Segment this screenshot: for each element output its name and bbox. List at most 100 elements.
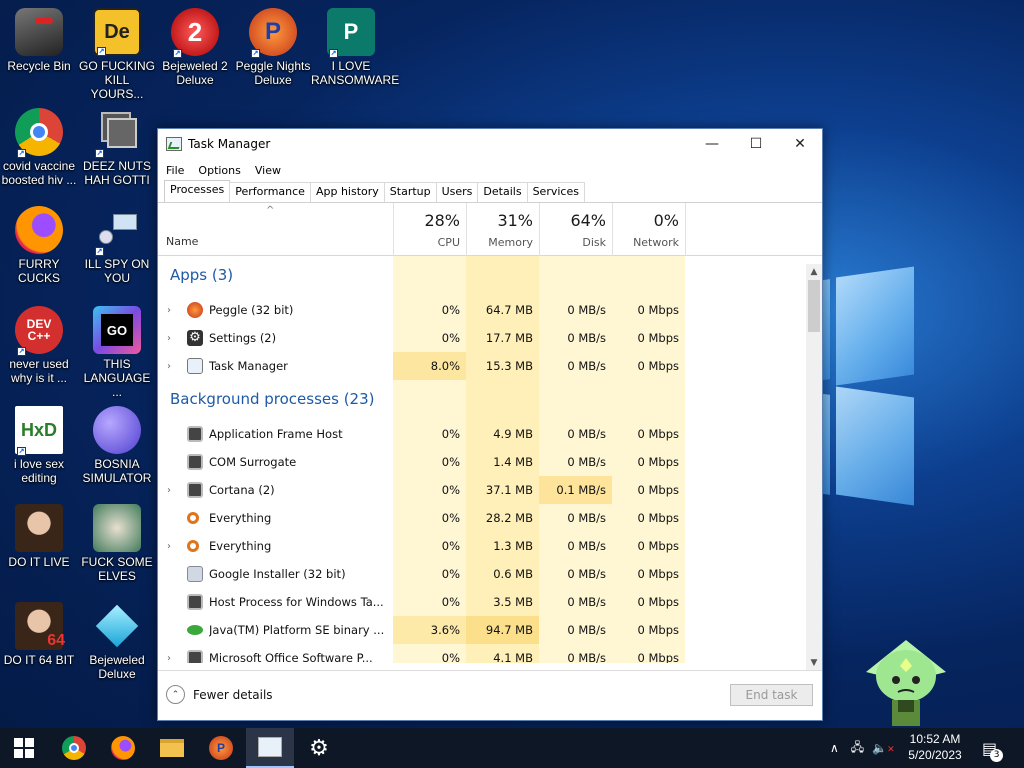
taskbar-firefox[interactable] [99, 728, 147, 768]
expand-chevron-icon[interactable]: › [167, 361, 171, 372]
column-memory-header[interactable]: 31% Memory [466, 211, 539, 249]
desktop-icon-bejeweled-deluxe[interactable]: Bejeweled Deluxe [77, 602, 157, 681]
vertical-scrollbar[interactable]: ▲ ▼ [806, 264, 822, 671]
table-row[interactable]: › Microsoft Office Software P... 0% 4.1 … [158, 644, 806, 663]
taskbar-task-manager[interactable] [246, 728, 294, 768]
maximize-button[interactable]: ☐ [734, 129, 778, 159]
table-row[interactable]: › Everything 0% 1.3 MB 0 MB/s 0 Mbps [158, 532, 806, 560]
column-disk-header[interactable]: 64% Disk [539, 211, 612, 249]
tab-details[interactable]: Details [477, 182, 528, 202]
chevron-up-icon: ⌃ [166, 685, 185, 704]
table-row[interactable]: Host Process for Windows Ta... 0% 3.5 MB… [158, 588, 806, 616]
peggle-nights-icon: P ↗ [249, 8, 297, 58]
installer-icon [187, 566, 203, 582]
table-row[interactable]: › Task Manager 8.0% 15.3 MB 0 MB/s 0 Mbp… [158, 352, 806, 380]
tab-app-history[interactable]: App history [309, 182, 385, 202]
gear-icon: ⚙ [309, 735, 329, 761]
shortcut-arrow-icon: ↗ [17, 447, 26, 456]
notification-center-button[interactable]: ▤ 3 [982, 728, 1004, 768]
shortcut-arrow-icon: ↗ [173, 49, 182, 58]
window-footer: ⌃ Fewer details End task [158, 670, 822, 720]
shortcut-arrow-icon: ↗ [97, 47, 106, 56]
scroll-down-icon[interactable]: ▼ [806, 655, 822, 671]
scroll-up-icon[interactable]: ▲ [806, 264, 822, 280]
task-manager-icon [187, 358, 203, 374]
peggle-icon [187, 302, 203, 318]
column-network-header[interactable]: 0% Network [612, 211, 685, 249]
desktop-icon-this-language[interactable]: GO THIS LANGUAGE ... [77, 306, 157, 399]
expand-chevron-icon[interactable]: › [167, 653, 171, 664]
table-row[interactable]: Application Frame Host 0% 4.9 MB 0 MB/s … [158, 420, 806, 448]
desktop-icon-bejeweled-2[interactable]: 2 ↗ Bejeweled 2 Deluxe [155, 8, 235, 87]
expand-chevron-icon[interactable]: › [167, 485, 171, 496]
minimize-button[interactable]: — [690, 129, 734, 159]
task-manager-icon [258, 737, 282, 757]
column-cpu-header[interactable]: 28% CPU [393, 211, 466, 249]
recycle-bin-icon [15, 8, 63, 56]
table-row[interactable]: COM Surrogate 0% 1.4 MB 0 MB/s 0 Mbps [158, 448, 806, 476]
expand-chevron-icon[interactable]: › [167, 333, 171, 344]
taskbar-settings[interactable]: ⚙ [295, 728, 343, 768]
system-process-icon [187, 650, 203, 663]
tab-performance[interactable]: Performance [229, 182, 311, 202]
desktop-icon-do-it-64-bit[interactable]: 64 DO IT 64 BIT [0, 602, 79, 667]
expand-chevron-icon[interactable]: › [167, 541, 171, 552]
table-row[interactable]: › Peggle (32 bit) 0% 64.7 MB 0 MB/s 0 Mb… [158, 296, 806, 324]
taskbar-chrome[interactable] [50, 728, 98, 768]
hxd-icon: HxD ↗ [15, 406, 63, 456]
desktop-icon-hxd[interactable]: HxD ↗ i love sex editing [0, 406, 79, 485]
peggle-icon: P [209, 736, 233, 760]
desktop-icon-de[interactable]: De ↗ GO FUCKING KILL YOURS... [77, 8, 157, 101]
taskbar-clock[interactable]: 10:52 AM 5/20/2023 [896, 731, 974, 763]
desktop-icon-bosnia-simulator[interactable]: BOSNIA SIMULATOR [77, 406, 157, 485]
diamond-icon [93, 602, 141, 650]
tab-users[interactable]: Users [435, 182, 479, 202]
tab-services[interactable]: Services [526, 182, 585, 202]
tab-processes[interactable]: Processes [164, 180, 231, 202]
menu-file[interactable]: File [166, 164, 184, 177]
desktop-icon-furry-cucks[interactable]: FURRY CUCKS [0, 206, 79, 285]
tab-startup[interactable]: Startup [383, 182, 437, 202]
table-row[interactable]: Java(TM) Platform SE binary ... 3.6% 94.… [158, 616, 806, 644]
desktop-icon-i-love-ransomware[interactable]: P ↗ I LOVE RANSOMWARE [311, 8, 399, 87]
start-button[interactable] [0, 728, 48, 768]
chevron-up-icon[interactable]: ∧ [830, 741, 839, 755]
shortcut-arrow-icon: ↗ [17, 347, 26, 356]
column-header: ^ Name 28% CPU 31% Memory 64% Disk 0% Ne… [158, 203, 822, 256]
network-icon[interactable]: 🖧 [851, 738, 864, 759]
desktop-icon-recycle-bin[interactable]: Recycle Bin [0, 8, 79, 73]
desktop-icon-covid-vaccine[interactable]: ↗ covid vaccine boosted hiv ... [0, 108, 79, 187]
taskbar-file-explorer[interactable] [148, 728, 196, 768]
menu-options[interactable]: Options [198, 164, 240, 177]
desktop-icon-dev-cpp[interactable]: DEV C++ ↗ never used why is it ... [0, 306, 79, 385]
spiked-ball-icon [93, 406, 141, 454]
shortcut-arrow-icon: ↗ [329, 49, 338, 58]
fewer-details-button[interactable]: ⌃ Fewer details [166, 685, 273, 704]
java-icon [187, 625, 203, 635]
process-list[interactable]: Apps (3) › Peggle (32 bit) 0% 64.7 MB 0 … [158, 256, 822, 663]
tab-strip: Processes Performance App history Startu… [158, 180, 822, 203]
table-row[interactable]: › Cortana (2) 0% 37.1 MB 0.1 MB/s 0 Mbps [158, 476, 806, 504]
end-task-button[interactable]: End task [730, 684, 813, 706]
table-row[interactable]: › ⚙ Settings (2) 0% 17.7 MB 0 MB/s 0 Mbp… [158, 324, 806, 352]
search-icon [187, 512, 199, 524]
system-process-icon [187, 594, 203, 610]
volume-muted-icon[interactable]: 🔈✕ [872, 741, 895, 755]
group-apps-title: Apps (3) [170, 266, 234, 284]
desktop-icon-peggle-nights[interactable]: P ↗ Peggle Nights Deluxe [233, 8, 313, 87]
scroll-thumb[interactable] [808, 280, 820, 332]
firefox-icon [111, 736, 135, 760]
table-row[interactable]: Everything 0% 28.2 MB 0 MB/s 0 Mbps [158, 504, 806, 532]
table-row[interactable]: Google Installer (32 bit) 0% 0.6 MB 0 MB… [158, 560, 806, 588]
taskbar-peggle[interactable]: P [197, 728, 245, 768]
desktop-icon-fuck-some-elves[interactable]: FUCK SOME ELVES [77, 504, 157, 583]
title-bar[interactable]: Task Manager — ☐ ✕ [158, 129, 822, 159]
desktop-icon-deez-nuts[interactable]: ↗ DEEZ NUTS HAH GOTTI [77, 108, 157, 187]
desktop-icon-do-it-live[interactable]: DO IT LIVE [0, 504, 79, 569]
expand-chevron-icon[interactable]: › [167, 305, 171, 316]
menu-view[interactable]: View [255, 164, 281, 177]
column-name-header[interactable]: Name [166, 235, 198, 248]
close-button[interactable]: ✕ [778, 129, 822, 159]
task-manager-window[interactable]: Task Manager — ☐ ✕ File Options View Pro… [157, 128, 823, 721]
desktop-icon-ill-spy-on-you[interactable]: ↗ ILL SPY ON YOU [77, 206, 157, 285]
